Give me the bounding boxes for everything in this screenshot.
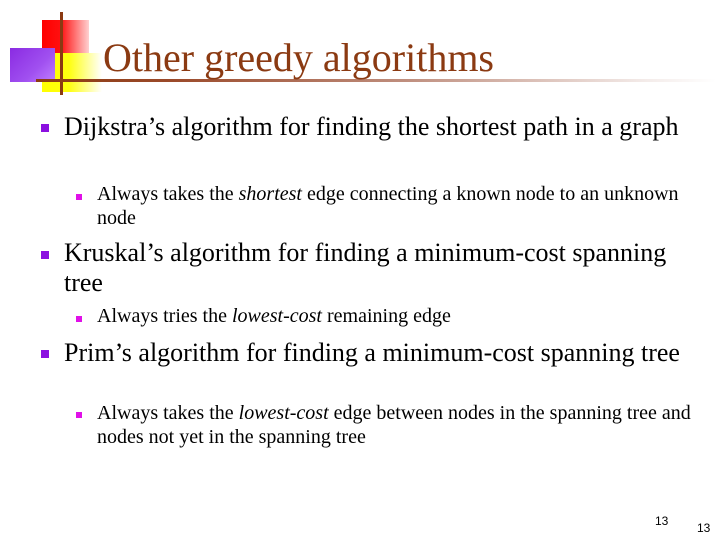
sub-bullet-icon: [76, 316, 82, 322]
slide-title: Other greedy algorithms: [103, 35, 494, 80]
bullet-text: Kruskal’s algorithm for finding a minimu…: [64, 238, 667, 297]
sub-bullet-text: Always takes the lowest-cost edge betwee…: [97, 402, 691, 448]
sub-bullet-text: Always takes the shortest edge connectin…: [97, 183, 679, 229]
decorative-logo: [0, 0, 110, 100]
bullet-icon: [41, 124, 49, 132]
sub-bullet-icon: [76, 412, 82, 418]
sub-bullet-icon: [76, 194, 82, 200]
logo-purple-square: [10, 48, 55, 82]
page-number: 13: [655, 514, 669, 528]
bullet-icon: [41, 251, 49, 259]
logo-vertical-line: [60, 12, 63, 95]
bullet-text: Dijkstra’s algorithm for finding the sho…: [64, 112, 679, 141]
bullet-text: Prim’s algorithm for finding a minimum-c…: [64, 338, 680, 367]
page-number-outer: 13: [697, 521, 711, 535]
sub-bullet-text: Always tries the lowest-cost remaining e…: [97, 305, 451, 327]
bullet-icon: [41, 350, 49, 358]
